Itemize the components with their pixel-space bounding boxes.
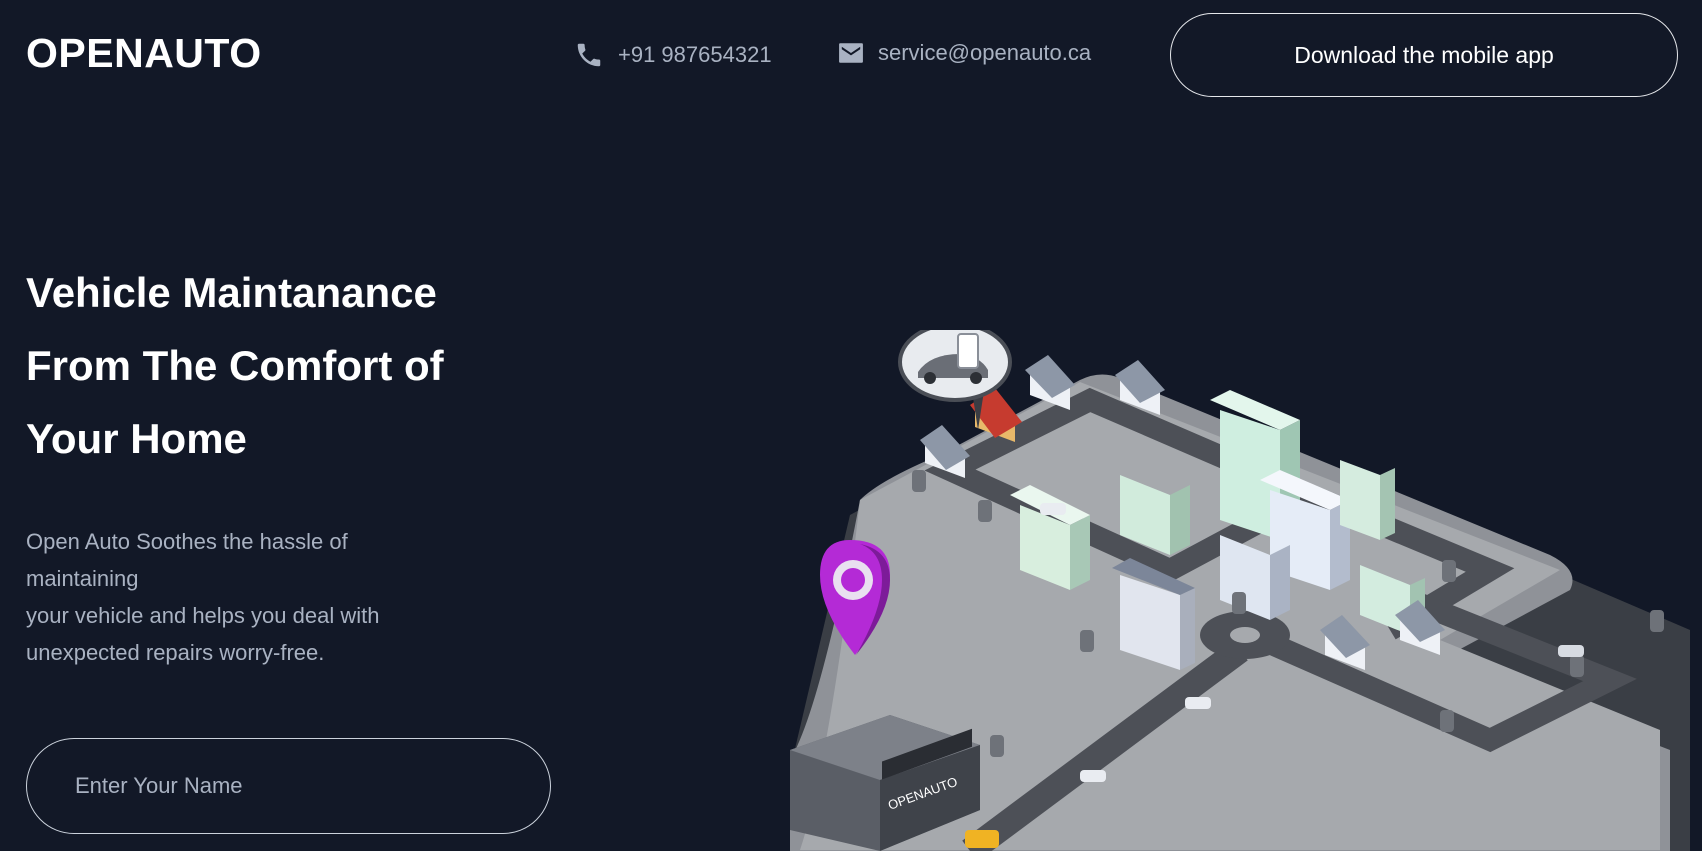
hero-description-line: unexpected repairs worry-free. (26, 640, 325, 665)
hero-title: Vehicle Maintanance From The Comfort of … (26, 256, 546, 475)
mail-icon (838, 42, 864, 64)
landing-page: OPENAUTO +91 987654321 service@openauto.… (0, 0, 1702, 851)
city-illustration: OPENAUTO (790, 330, 1690, 851)
name-input[interactable] (26, 738, 551, 834)
hero-title-line: From The Comfort of (26, 342, 444, 389)
hero-title-line: Your Home (26, 415, 247, 462)
hero-description-line: your vehicle and helps you deal with (26, 603, 380, 628)
email-contact[interactable]: service@openauto.ca (838, 40, 1091, 66)
phone-number: +91 987654321 (618, 42, 772, 67)
hero-description-line: maintaining (26, 566, 139, 591)
logo[interactable]: OPENAUTO (26, 30, 262, 77)
email-address: service@openauto.ca (878, 40, 1092, 65)
hero-title-line: Vehicle Maintanance (26, 269, 437, 316)
download-app-button[interactable]: Download the mobile app (1170, 13, 1678, 97)
phone-contact[interactable]: +91 987654321 (574, 40, 772, 70)
hero-description-line: Open Auto Soothes the hassle of (26, 529, 348, 554)
hero-description: Open Auto Soothes the hassle of maintain… (26, 523, 446, 671)
phone-icon (574, 40, 604, 70)
